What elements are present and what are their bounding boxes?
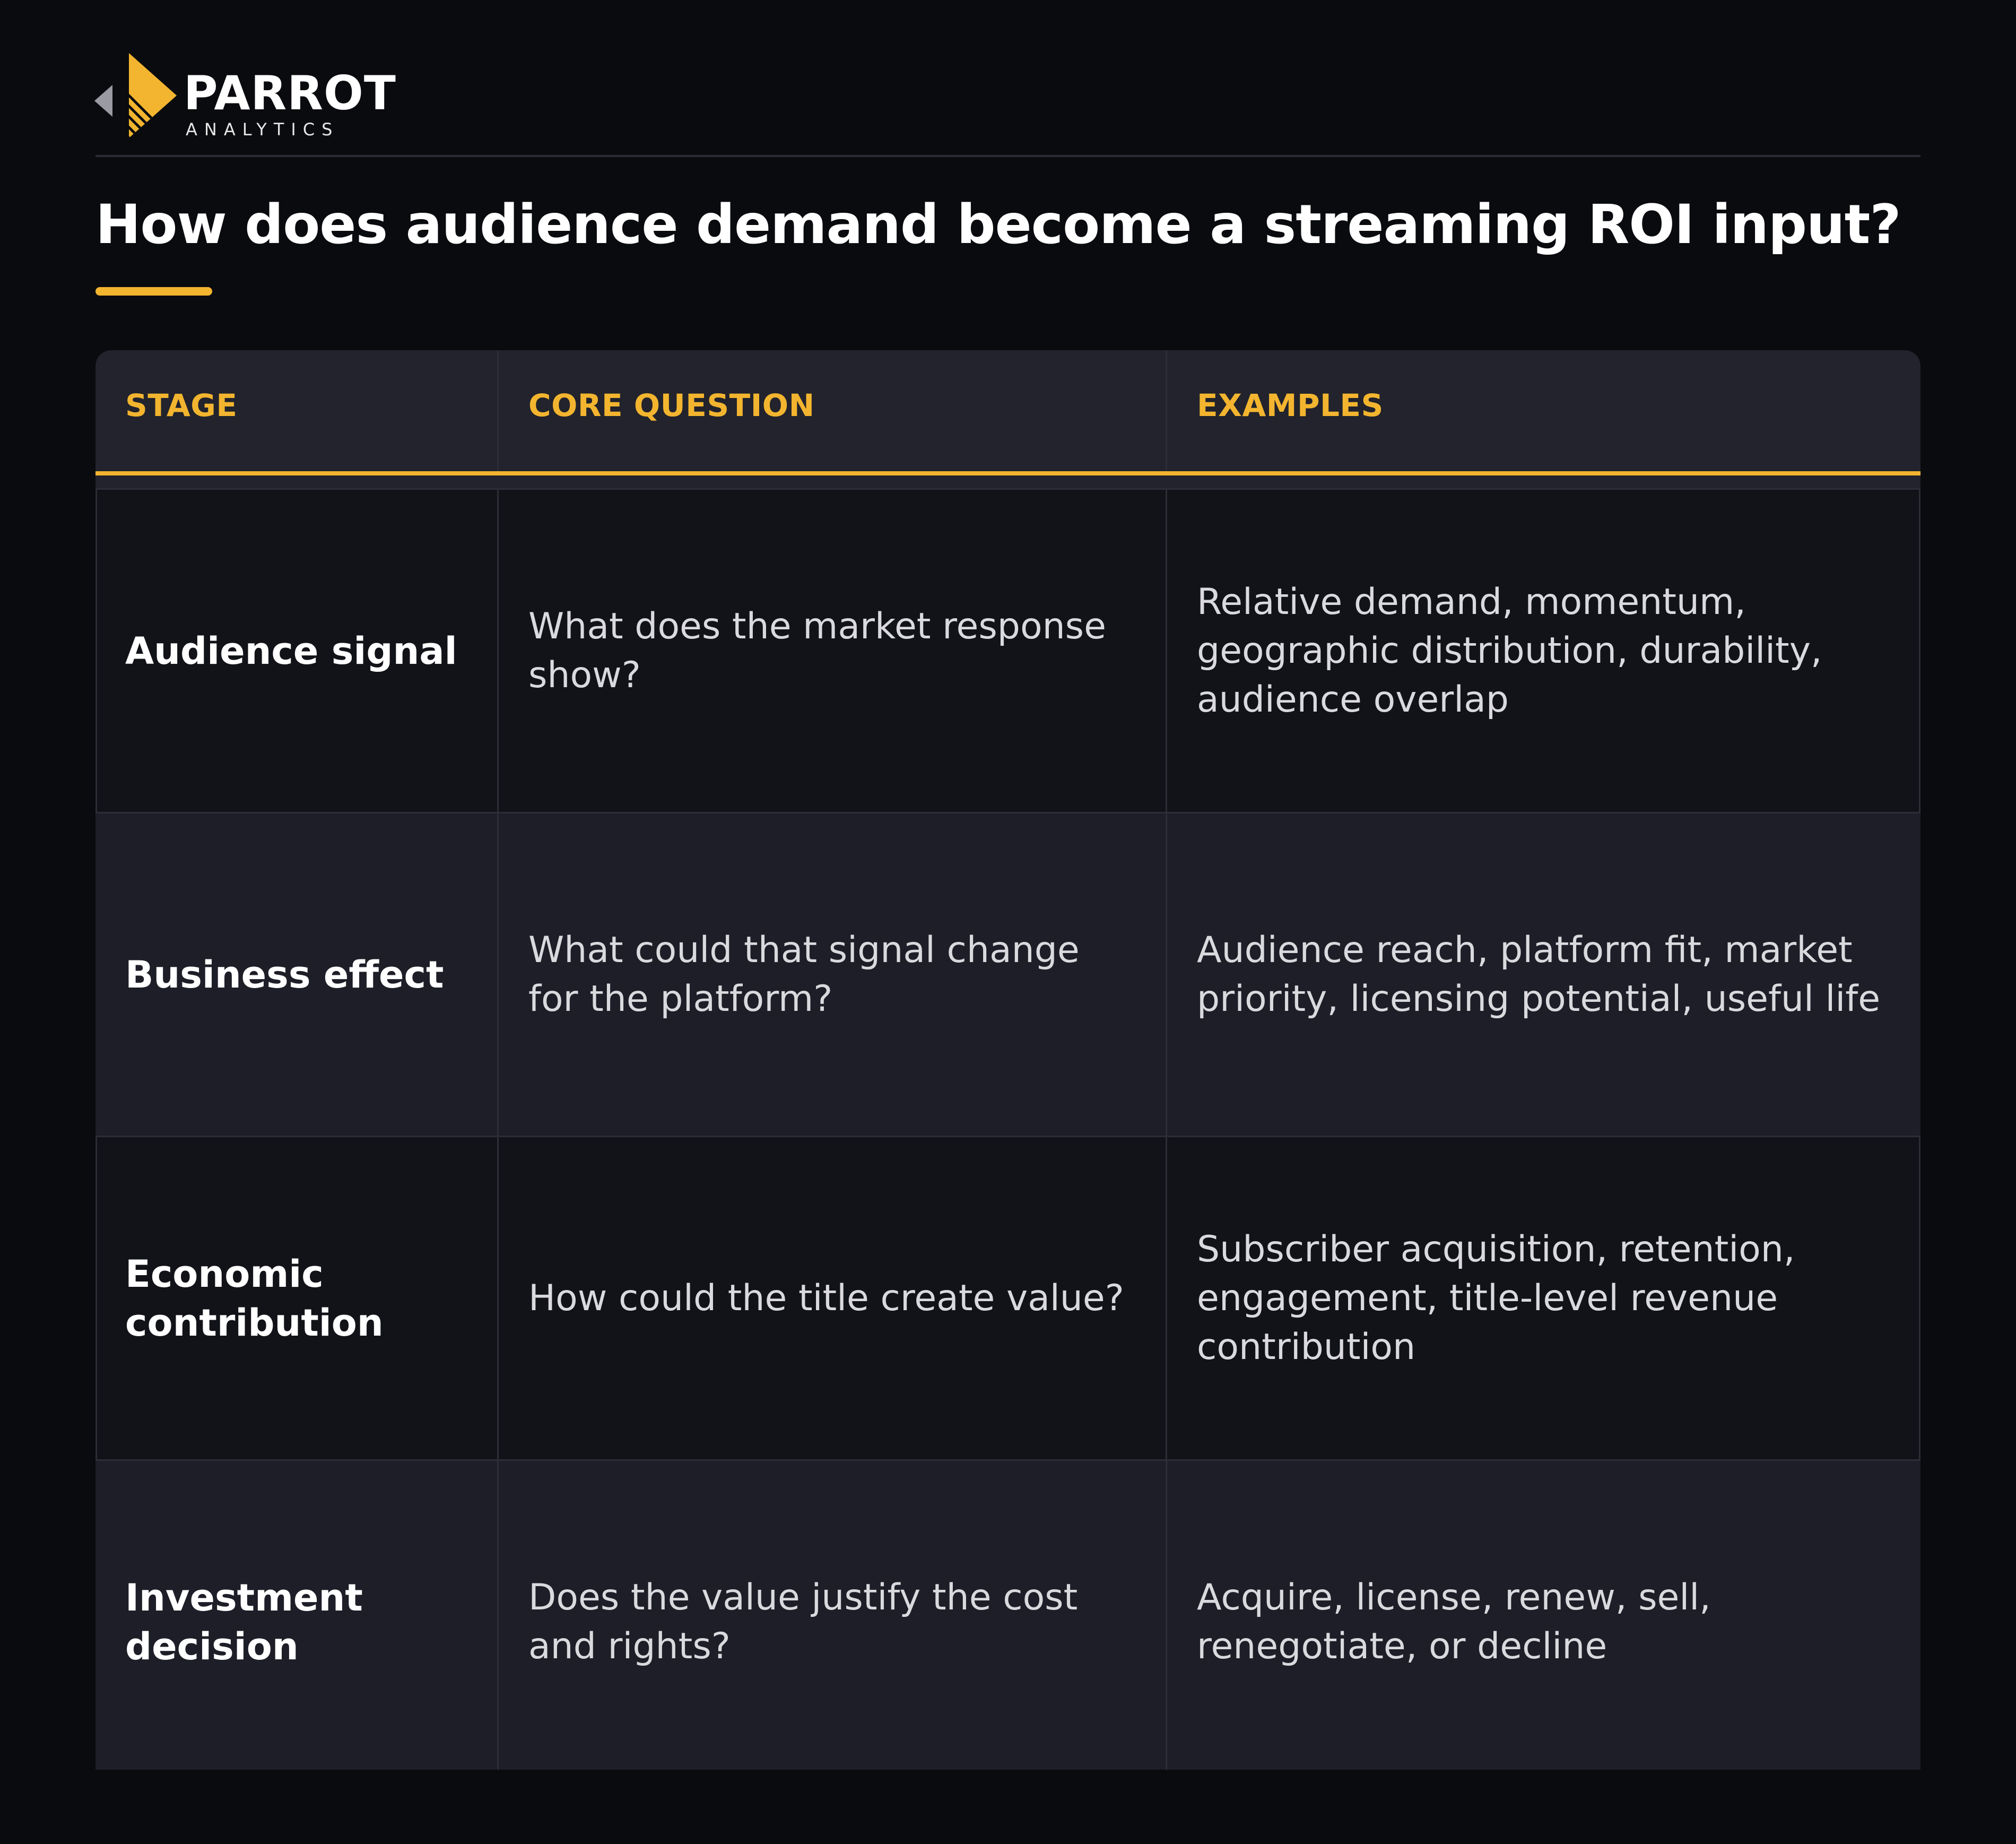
table-row: Investment decision Does the value justi… [95, 1459, 1921, 1770]
question-text: What could that signal change for the pl… [528, 929, 1080, 1020]
examples-cell: Subscriber acquisition, retention, engag… [1167, 1137, 1921, 1459]
question-text: How could the title create value? [528, 1277, 1124, 1319]
stage-cell: Investment decision [95, 1461, 499, 1770]
stage-label: Audience signal [125, 629, 457, 673]
examples-text: Audience reach, platform fit, market pri… [1197, 929, 1881, 1020]
header-divider [95, 155, 1921, 157]
table-row: Business effect What could that signal c… [95, 812, 1921, 1136]
question-cell: How could the title create value? [499, 1137, 1167, 1459]
table-row: Audience signal What does the market res… [95, 488, 1921, 812]
stage-cell: Economic contribution [95, 1137, 499, 1459]
back-arrow-icon[interactable] [94, 85, 112, 117]
logo-wordmark: PARROT [184, 66, 396, 120]
header-stage: STAGE [95, 350, 499, 471]
row-outline-right [1919, 488, 1921, 812]
examples-cell: Audience reach, platform fit, market pri… [1167, 813, 1921, 1136]
brand-logo[interactable]: PARROT ANALYTICS [94, 53, 396, 143]
stage-cell: Business effect [95, 813, 499, 1136]
question-cell: What could that signal change for the pl… [499, 813, 1167, 1136]
table-row: Economic contribution How could the titl… [95, 1136, 1921, 1459]
row-outline-right [1919, 1136, 1921, 1459]
stage-label: Investment decision [125, 1575, 363, 1668]
row-outline-left [95, 1136, 97, 1459]
examples-cell: Acquire, license, renew, sell, renegotia… [1167, 1461, 1921, 1770]
examples-text: Acquire, license, renew, sell, renegotia… [1197, 1576, 1711, 1667]
table-header-row: STAGE CORE QUESTION EXAMPLES [95, 350, 1921, 475]
header-gap [95, 475, 1921, 488]
stage-label: Business effect [125, 953, 444, 997]
stage-label: Economic contribution [125, 1252, 384, 1345]
header-examples: EXAMPLES [1197, 387, 1384, 423]
stage-cell: Audience signal [95, 490, 499, 812]
examples-text: Relative demand, momentum, geographic di… [1197, 581, 1822, 721]
examples-cell: Relative demand, momentum, geographic di… [1167, 490, 1921, 812]
question-cell: What does the market response show? [499, 490, 1167, 812]
header-core-question: CORE QUESTION [499, 350, 1167, 471]
logo-subtitle: ANALYTICS [186, 119, 340, 140]
parrot-mark-icon [129, 53, 177, 138]
question-text: Does the value justify the cost and righ… [528, 1576, 1078, 1667]
title-underline [95, 287, 212, 296]
row-outline-left [95, 488, 97, 812]
examples-text: Subscriber acquisition, retention, engag… [1197, 1228, 1795, 1368]
page-title: How does audience demand become a stream… [95, 193, 1901, 256]
question-text: What does the market response show? [528, 605, 1106, 696]
roi-stages-table: STAGE CORE QUESTION EXAMPLES Audience si… [95, 350, 1921, 1770]
question-cell: Does the value justify the cost and righ… [499, 1461, 1167, 1770]
